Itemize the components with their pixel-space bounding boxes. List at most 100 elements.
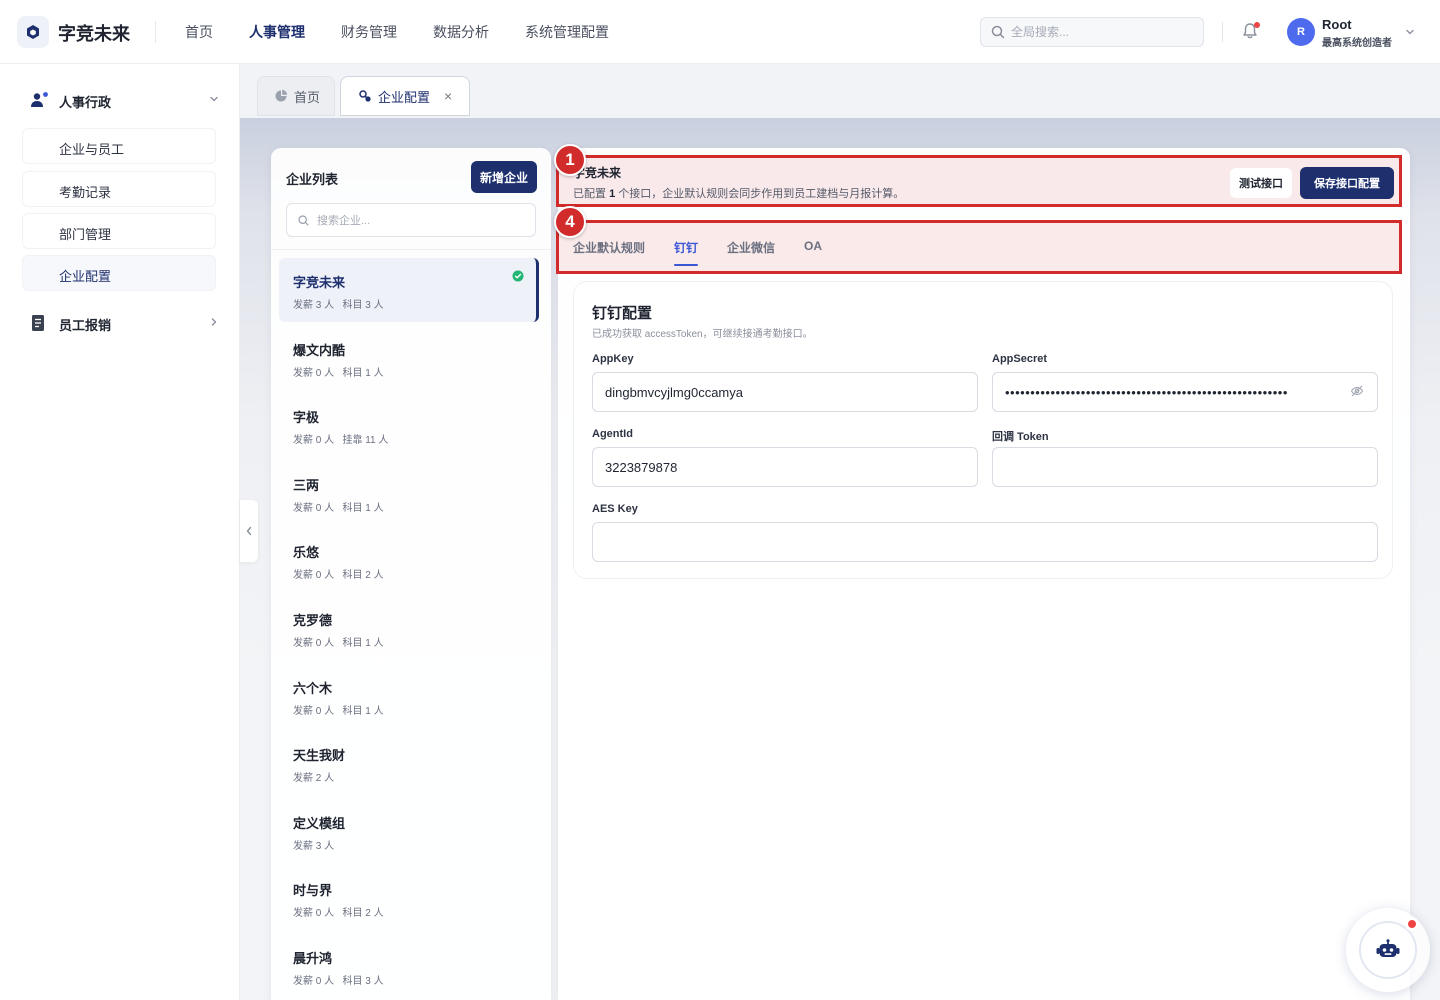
main-nav: 首页 人事管理 财务管理 数据分析 系统管理配置 [185, 22, 609, 42]
company-search[interactable] [286, 203, 536, 237]
company-list-panel: 企业列表 新增企业 字竞未来发薪 3 人 科目 3 人爆文内酷发薪 0 人 科目… [271, 148, 551, 1000]
aes-key-field[interactable] [592, 522, 1378, 562]
company-meta: 发薪 0 人 科目 1 人 [293, 367, 384, 379]
appsecret-label: AppSecret [992, 353, 1048, 365]
company-name: 晨升鸿 [293, 951, 333, 966]
divider [1222, 22, 1223, 42]
agentid-field[interactable] [592, 447, 978, 487]
sidebar-item-departments[interactable]: 部门管理 [22, 213, 216, 249]
company-meta: 发薪 0 人 科目 3 人 [293, 976, 384, 987]
user-name[interactable]: Root [1322, 17, 1352, 32]
tab-oa[interactable]: OA [804, 239, 822, 266]
company-name: 定义模组 [293, 815, 346, 831]
appsecret-field[interactable] [992, 372, 1378, 412]
chevron-right-icon [211, 318, 217, 326]
tab-label: 企业配置 [378, 89, 431, 105]
company-search-input[interactable] [317, 211, 517, 231]
user-role: 最高系统创造者 [1322, 38, 1392, 49]
appkey-field[interactable] [592, 372, 978, 412]
company-list-item[interactable]: 三两 发薪 0 人 科目 1 人 [279, 461, 539, 525]
aes-key-label: AES Key [592, 503, 638, 515]
sidebar-group-reimbursement[interactable]: 员工报销 [30, 311, 220, 335]
chevron-down-icon[interactable] [1404, 26, 1416, 38]
agentid-label: AgentId [592, 428, 633, 440]
sidebar-item-company-staff[interactable]: 企业与员工 [22, 128, 216, 164]
tab-company-config[interactable]: 企业配置 × [340, 76, 470, 116]
company-name: 乐悠 [293, 545, 320, 561]
sidebar-item-label: 企业配置 [59, 269, 112, 284]
sidebar: 人事行政 企业与员工 考勤记录 部门管理 企业配置 员工报销 [0, 64, 240, 1000]
chevron-left-icon [246, 526, 252, 536]
callback-token-field[interactable] [992, 447, 1378, 487]
tab-dingtalk[interactable]: 钉钉 [674, 239, 699, 266]
annotation-badge: 1 [554, 144, 586, 176]
company-list-item[interactable]: 乐悠发薪 0 人 科目 2 人 [279, 528, 539, 592]
cube-icon [27, 25, 39, 39]
company-name: 六个木 [293, 680, 333, 696]
tab-wecom[interactable]: 企业微信 [727, 239, 775, 266]
sidebar-group-hr-admin[interactable]: 人事行政 [30, 88, 220, 112]
company-meta: 发薪 0 人 科目 2 人 [293, 908, 384, 920]
company-name: 字竞未来 [293, 275, 346, 290]
company-name: 时与界 [293, 883, 333, 899]
sidebar-item-label: 考勤记录 [59, 185, 112, 200]
company-list-item[interactable]: 天生我财 发薪 2 人 [279, 731, 539, 795]
company-list-item[interactable]: 定义模组发薪 3 人 [279, 799, 539, 863]
form-subtitle: 已成功获取 accessToken，可继续接通考勤接口。 [592, 329, 813, 340]
config-description: 已配置 1 个接口，企业默认规则会同步作用到员工建档与月报计算。 [573, 185, 904, 201]
company-list-item[interactable]: 字极 发薪 0 人 挂靠 11 人 [279, 393, 539, 457]
settings-icon [359, 90, 371, 102]
global-search-input[interactable] [1011, 22, 1191, 42]
company-meta: 发薪 0 人 科目 1 人 [293, 502, 384, 514]
company-name: 天生我财 [293, 748, 346, 764]
check-circle-icon [512, 270, 524, 282]
company-meta: 发薪 3 人 科目 3 人 [293, 300, 384, 311]
nav-home[interactable]: 首页 [185, 22, 213, 42]
page-tabs: 首页 企业配置 × [240, 64, 1440, 118]
company-meta: 发薪 3 人 [293, 840, 335, 852]
nav-hr[interactable]: 人事管理 [249, 22, 305, 42]
company-name: 字极 [293, 410, 320, 426]
nav-finance[interactable]: 财务管理 [341, 22, 397, 42]
company-list-item[interactable]: 爆文内酷发薪 0 人 科目 1 人 [279, 326, 539, 390]
sidebar-collapse-handle[interactable] [240, 500, 258, 562]
company-list-item[interactable]: 六个木发薪 0 人 科目 1 人 [279, 664, 539, 728]
company-list-item[interactable]: 晨升鸿发薪 0 人 科目 3 人 [279, 934, 539, 998]
save-config-button[interactable]: 保存接口配置 [1300, 167, 1394, 199]
sidebar-group-label: 人事行政 [59, 95, 112, 110]
global-search[interactable] [980, 17, 1204, 47]
company-meta: 发薪 0 人 科目 1 人 [293, 705, 384, 717]
nav-analytics[interactable]: 数据分析 [433, 22, 489, 42]
dingtalk-config-form: 钉钉配置 已成功获取 accessToken，可继续接通考勤接口。 AppKey… [573, 281, 1393, 579]
search-icon [298, 215, 309, 226]
avatar[interactable]: R [1287, 18, 1315, 46]
sidebar-item-label: 企业与员工 [59, 142, 125, 157]
dashboard-icon [275, 89, 288, 102]
test-interface-button[interactable]: 测试接口 [1230, 168, 1292, 198]
tab-default-rules[interactable]: 企业默认规则 [573, 239, 645, 266]
appkey-label: AppKey [592, 353, 634, 365]
close-icon[interactable]: × [444, 88, 452, 104]
desc-prefix: 已配置 [573, 188, 610, 200]
company-meta: 发薪 0 人 科目 1 人 [293, 638, 384, 649]
eye-off-icon[interactable] [1350, 384, 1364, 398]
add-company-button[interactable]: 新增企业 [471, 161, 537, 193]
robot-icon [1376, 939, 1400, 957]
config-panel: 字竞未来 已配置 1 个接口，企业默认规则会同步作用到员工建档与月报计算。 测试… [554, 144, 1410, 1000]
company-list-item[interactable]: 克罗德 发薪 0 人 科目 1 人 [279, 596, 539, 660]
sidebar-item-attendance[interactable]: 考勤记录 [22, 171, 216, 207]
tab-home[interactable]: 首页 [257, 76, 335, 116]
company-list-item[interactable]: 字竞未来发薪 3 人 科目 3 人 [279, 258, 539, 322]
app-logo[interactable] [17, 16, 49, 48]
integration-tabs: 企业默认规则 钉钉 企业微信 OA [573, 239, 822, 266]
company-meta: 发薪 0 人 科目 2 人 [293, 570, 384, 582]
top-header: 字竞未来 首页 人事管理 财务管理 数据分析 系统管理配置 R Root 最高系… [0, 0, 1440, 64]
sidebar-item-company-config[interactable]: 企业配置 [22, 255, 216, 291]
callback-token-label: 回调 Token [992, 431, 1049, 443]
company-list-item[interactable]: 时与界发薪 0 人 科目 2 人 [279, 866, 539, 930]
users-icon [31, 92, 48, 107]
desc-suffix: 个接口，企业默认规则会同步作用到员工建档与月报计算。 [615, 188, 905, 200]
main-content: 首页 企业配置 × 企业列表 新增企业 字竞未来发薪 3 人 [240, 64, 1440, 1000]
company-name: 爆文内酷 [293, 342, 346, 358]
nav-system[interactable]: 系统管理配置 [525, 22, 609, 42]
